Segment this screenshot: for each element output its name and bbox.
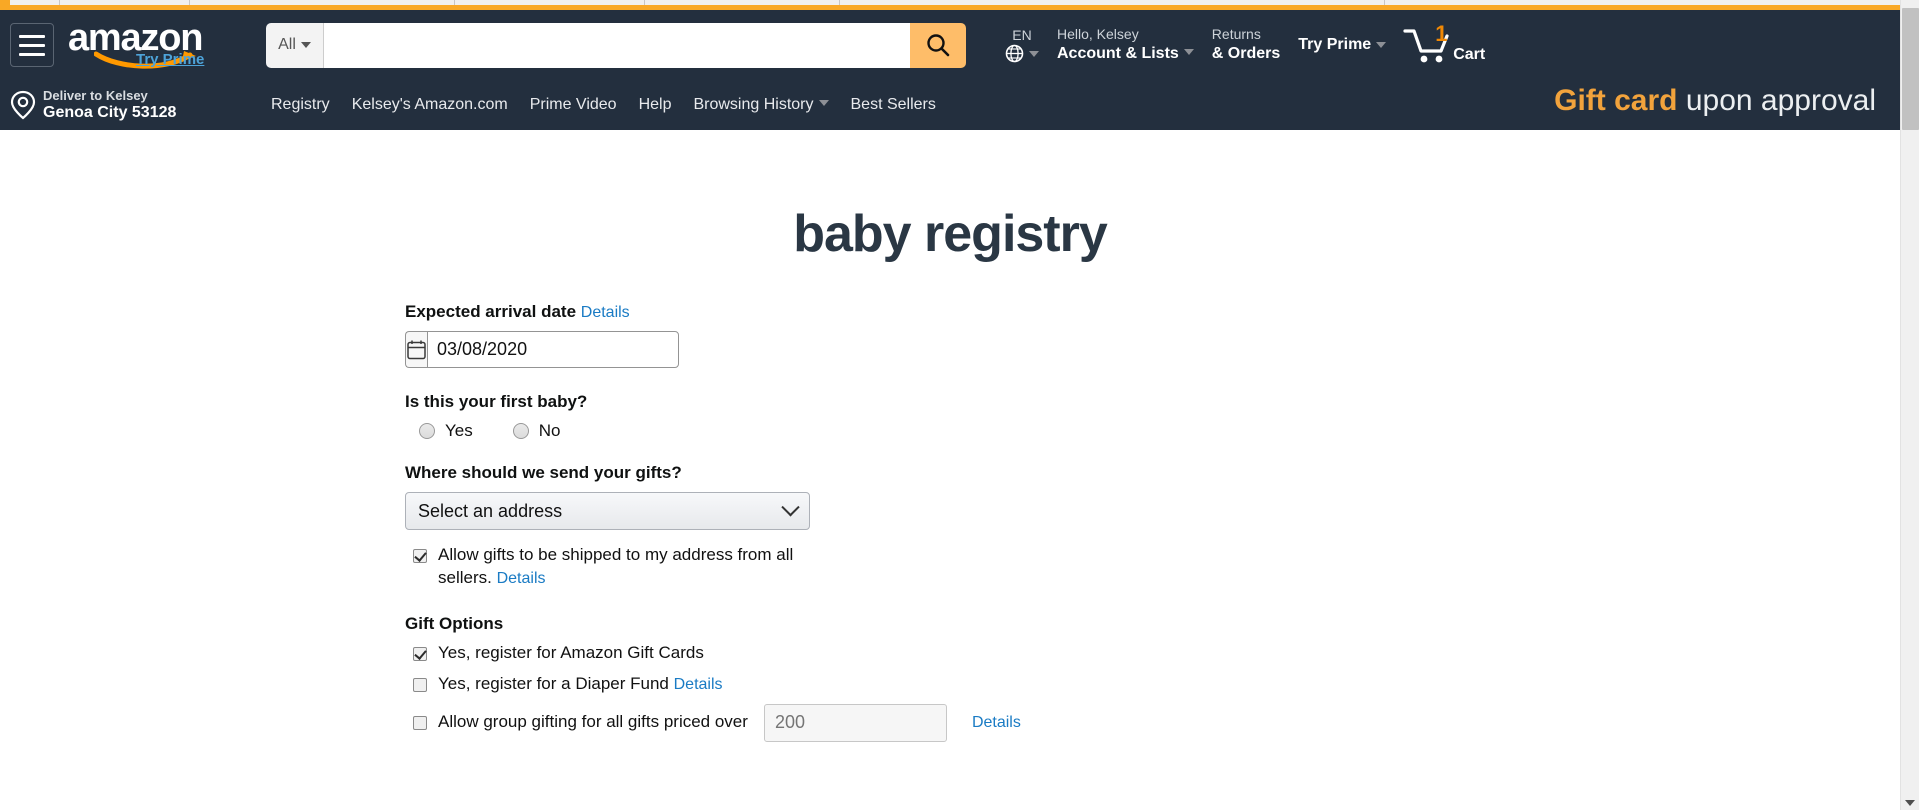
- amazon-logo[interactable]: amazon Try Prime: [66, 19, 226, 71]
- expected-arrival-date-label: Expected arrival date Details: [405, 302, 925, 322]
- diaper-fund-row[interactable]: Yes, register for a Diaper Fund Details: [405, 673, 925, 696]
- returns-and-orders-link[interactable]: Returns & Orders: [1203, 22, 1289, 68]
- promo-rest: upon approval: [1677, 84, 1876, 117]
- registry-form: Expected arrival date Details Is this yo…: [405, 264, 1021, 742]
- subnav-item-prime-video[interactable]: Prime Video: [519, 90, 628, 120]
- location-pin-icon: [10, 90, 36, 120]
- amazon-header: amazon Try Prime All EN Hello, Kelsey Ac…: [0, 10, 1900, 130]
- arrival-date-field: [405, 331, 679, 368]
- try-prime-label: Try Prime: [1298, 36, 1372, 53]
- page-title: baby registry: [793, 205, 1108, 263]
- diaper-fund-details-link[interactable]: Details: [674, 676, 723, 693]
- radio-button-yes[interactable]: [419, 423, 435, 439]
- browser-accent-corner: [0, 0, 10, 10]
- orders-label: & Orders: [1211, 44, 1281, 62]
- arrival-details-link[interactable]: Details: [581, 304, 630, 321]
- radio-option-no[interactable]: No: [512, 421, 561, 441]
- chevron-down-icon: [818, 100, 829, 106]
- subnav-item-help[interactable]: Help: [628, 90, 683, 120]
- allow-shipping-checkbox[interactable]: [413, 549, 427, 563]
- globe-icon-row: [1005, 44, 1039, 63]
- allow-shipping-details-link[interactable]: Details: [497, 570, 546, 587]
- gift-cards-checkbox[interactable]: [413, 646, 427, 661]
- try-prime-sublogo-link[interactable]: Try Prime: [136, 51, 204, 68]
- group-gifting-details-link[interactable]: Details: [972, 714, 1021, 732]
- cart-label: Cart: [1453, 46, 1486, 63]
- delivery-text: Deliver to Kelsey Genoa City 53128: [43, 88, 176, 123]
- diaper-fund-label: Yes, register for a Diaper Fund: [438, 673, 669, 693]
- scroll-down-arrow-icon[interactable]: [1905, 800, 1915, 806]
- hamburger-bar: [19, 52, 45, 56]
- address-select[interactable]: Select an address: [405, 492, 810, 530]
- account-lists-label: Account & Lists: [1057, 44, 1194, 64]
- radio-label-yes: Yes: [445, 421, 473, 440]
- subnav-item-registry[interactable]: Registry: [260, 90, 341, 120]
- cart-item-count: 1: [1435, 21, 1448, 46]
- chevron-down-icon: [1376, 42, 1387, 48]
- address-select-value: Select an address: [418, 500, 563, 521]
- group-gifting-row: Allow group gifting for all gifts priced…: [405, 703, 1021, 742]
- allow-shipping-label: Allow gifts to be shipped to my address …: [438, 545, 794, 587]
- subnav-item-best-sellers[interactable]: Best Sellers: [840, 90, 947, 120]
- gift-cards-row[interactable]: Yes, register for Amazon Gift Cards: [405, 642, 925, 665]
- chevron-down-icon: [1183, 48, 1194, 55]
- first-baby-radio-group: Yes No: [405, 421, 925, 441]
- search-bar: All: [266, 22, 966, 68]
- deliver-to-line: Deliver to Kelsey: [43, 87, 148, 103]
- first-baby-label: Is this your first baby?: [405, 392, 588, 411]
- returns-label: Returns: [1211, 26, 1261, 43]
- vertical-scrollbar[interactable]: [1900, 0, 1919, 810]
- hamburger-bar: [19, 43, 45, 47]
- cart-button[interactable]: 1 Cart: [1395, 19, 1495, 71]
- delivery-location-button[interactable]: Deliver to Kelsey Genoa City 53128: [10, 88, 260, 123]
- subnav-item-browsing-history[interactable]: Browsing History: [682, 90, 839, 120]
- search-category-dropdown[interactable]: All: [266, 22, 324, 68]
- search-button[interactable]: [910, 22, 966, 68]
- scrollbar-thumb[interactable]: [1902, 8, 1919, 130]
- arrival-date-input[interactable]: [427, 331, 679, 368]
- diaper-fund-checkbox[interactable]: [413, 677, 427, 692]
- hamburger-bar: [19, 34, 45, 38]
- globe-icon: [1005, 44, 1024, 63]
- subnav-browsing-history-text: Browsing History: [693, 96, 814, 113]
- radio-button-no[interactable]: [512, 423, 529, 439]
- radio-option-yes[interactable]: Yes: [419, 421, 473, 441]
- chevron-down-icon: [300, 42, 311, 48]
- deliver-city-line: Genoa City 53128: [43, 104, 177, 122]
- group-gifting-checkbox[interactable]: [413, 715, 427, 730]
- chevron-down-icon: [1029, 50, 1039, 57]
- gift-cards-label: Yes, register for Amazon Gift Cards: [438, 642, 704, 662]
- gift-options-title: Gift Options: [405, 613, 504, 633]
- search-input[interactable]: [324, 22, 910, 68]
- account-greeting: Hello, Kelsey: [1057, 26, 1139, 43]
- try-prime-menu[interactable]: Try Prime: [1289, 31, 1395, 59]
- search-category-label: All: [278, 36, 296, 53]
- hamburger-menu-icon[interactable]: [10, 23, 54, 67]
- calendar-icon[interactable]: [405, 331, 427, 368]
- group-gifting-amount-input[interactable]: [763, 703, 947, 742]
- header-primary-row: amazon Try Prime All EN Hello, Kelsey Ac…: [0, 10, 1900, 80]
- allow-shipping-text: Allow gifts to be shipped to my address …: [438, 544, 818, 590]
- allow-shipping-row[interactable]: Allow gifts to be shipped to my address …: [405, 544, 925, 590]
- page-content: baby registry Expected arrival date Deta…: [0, 164, 1900, 810]
- promo-banner[interactable]: Gift card upon approval: [1554, 84, 1876, 118]
- chevron-down-icon: [781, 497, 800, 516]
- promo-highlight: Gift card: [1554, 84, 1678, 117]
- search-icon: [927, 34, 950, 57]
- account-lists-text: Account & Lists: [1057, 44, 1179, 62]
- header-secondary-row: Deliver to Kelsey Genoa City 53128 Regis…: [0, 80, 1900, 130]
- radio-label-no: No: [538, 421, 561, 440]
- diaper-fund-text: Yes, register for a Diaper Fund Details: [438, 673, 723, 696]
- language-code: EN: [1012, 26, 1032, 43]
- send-gifts-label: Where should we send your gifts?: [405, 463, 682, 482]
- arrival-label-text: Expected arrival date: [405, 302, 577, 321]
- account-and-lists-menu[interactable]: Hello, Kelsey Account & Lists: [1048, 22, 1203, 68]
- group-gifting-label: Allow group gifting for all gifts priced…: [438, 712, 748, 732]
- subnav-item-kelseys-amazon[interactable]: Kelsey's Amazon.com: [341, 90, 519, 120]
- language-selector[interactable]: EN: [996, 23, 1048, 68]
